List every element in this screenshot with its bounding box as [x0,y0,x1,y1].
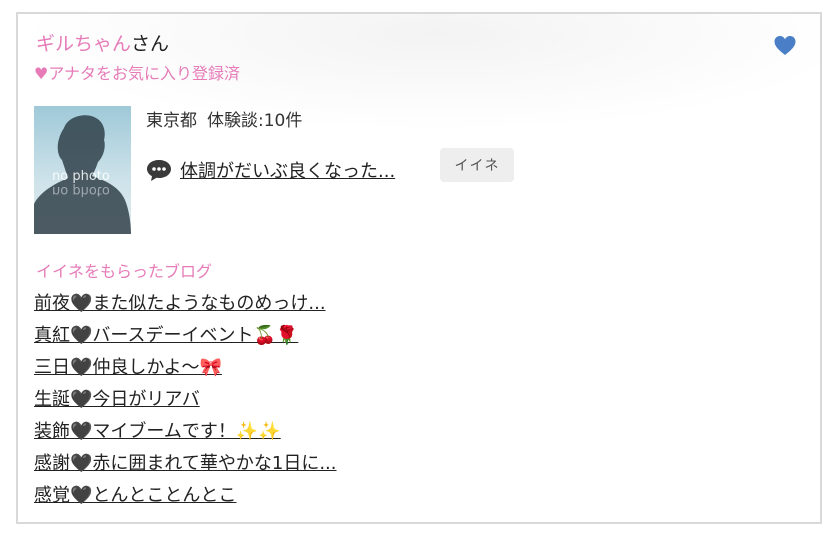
no-photo-reflection: no photo [52,183,110,198]
user-card: ギルちゃんさん ♥アナタをお気に入り登録済 no photo no photo … [16,12,822,524]
blog-link[interactable]: 真紅🖤バースデーイベント🍒🌹 [34,325,298,346]
user-location: 東京都 [146,111,197,131]
user-name[interactable]: ギルちゃん [36,33,131,55]
blog-link[interactable]: 前夜🖤また似たようなものめっけ... [34,293,326,314]
blog-link[interactable]: 生誕🖤今日がリアバ [34,389,200,410]
no-photo-label: no photo [52,169,110,184]
list-item: 生誕🖤今日がリアバ [34,387,337,419]
iine-button[interactable]: イイネ [440,148,514,182]
blog-link[interactable]: 三日🖤仲良しかよ〜🎀 [34,357,222,378]
list-item: 真紅🖤バースデーイベント🍒🌹 [34,323,337,355]
experience-count: 体験談:10件 [207,111,303,131]
list-item: 前夜🖤また似たようなものめっけ... [34,291,337,323]
avatar[interactable]: no photo no photo [34,106,131,234]
user-name-row: ギルちゃんさん [36,32,169,56]
speech-bubble-icon [147,160,171,181]
liked-blogs-heading: イイネをもらったブログ [36,262,213,281]
liked-blogs-list: 前夜🖤また似たようなものめっけ... 真紅🖤バースデーイベント🍒🌹 三日🖤仲良し… [34,291,337,515]
heart-icon[interactable] [773,34,797,58]
user-meta: 東京都 体験談:10件 [146,110,302,132]
favorite-status: ♥アナタをお気に入り登録済 [34,64,241,83]
list-item: 感謝🖤赤に囲まれて華やかな1日に... [34,451,337,483]
latest-comment-row: 体調がだいぶ良くなった... [146,156,395,184]
blog-link[interactable]: 装飾🖤マイブームです！✨✨ [34,421,281,442]
latest-comment-link[interactable]: 体調がだいぶ良くなった... [180,157,395,183]
user-name-suffix: さん [131,33,170,55]
list-item: 装飾🖤マイブームです！✨✨ [34,419,337,451]
blog-link[interactable]: 感覚🖤とんとことんとこ [34,485,236,506]
list-item: 三日🖤仲良しかよ〜🎀 [34,355,337,387]
blog-link[interactable]: 感謝🖤赤に囲まれて華やかな1日に... [34,453,337,474]
list-item: 感覚🖤とんとことんとこ [34,483,337,515]
